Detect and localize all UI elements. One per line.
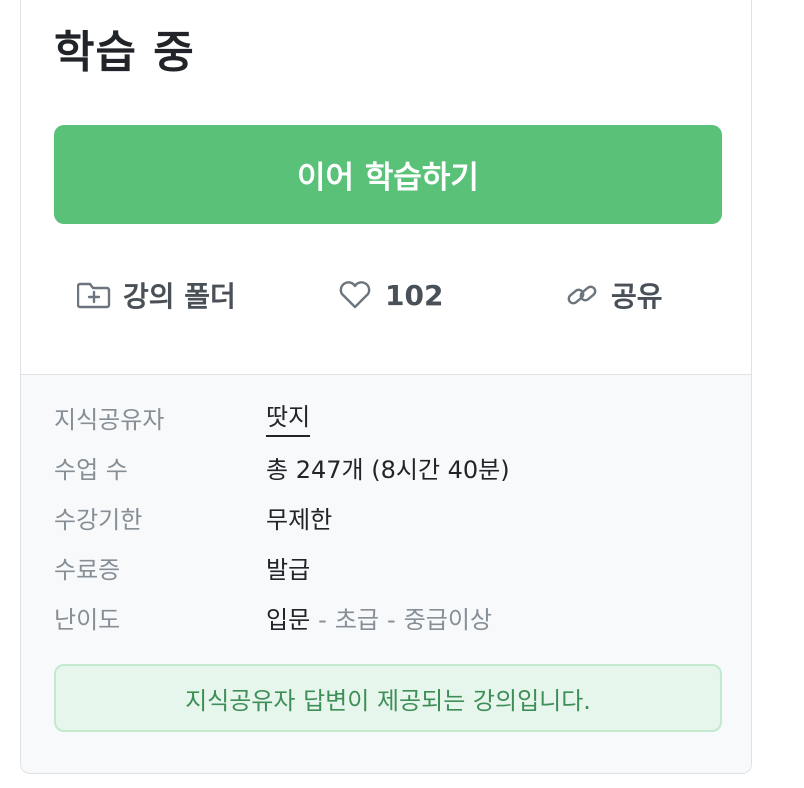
continue-learning-button[interactable]: 이어 학습하기 [54, 125, 722, 224]
heart-icon [337, 279, 373, 311]
card-top-section: 학습 중 이어 학습하기 강의 폴더 102 공유 [21, 0, 751, 374]
info-row-period: 수강기한 무제한 [54, 497, 332, 537]
level-inactive: 초급 [334, 605, 380, 634]
level-value: 입문 - 초급 - 중급이상 [266, 600, 492, 635]
level-active: 입문 [266, 605, 311, 634]
level-separator: - [318, 605, 327, 634]
like-count: 102 [385, 278, 444, 312]
instructor-label: 지식공유자 [54, 405, 165, 434]
info-row-certificate: 수료증 발급 [54, 547, 310, 587]
link-icon [565, 279, 599, 311]
info-row-lessons: 수업 수 총 247개 (8시간 40분) [54, 447, 510, 487]
instructor-link[interactable]: 땃지 [266, 397, 311, 437]
page-title: 학습 중 [54, 27, 195, 78]
info-row-instructor: 지식공유자 땃지 [54, 397, 311, 437]
like-button[interactable]: 102 [337, 271, 443, 319]
certificate-value: 발급 [266, 555, 311, 584]
period-value: 무제한 [266, 505, 333, 534]
course-card: 학습 중 이어 학습하기 강의 폴더 102 공유 지식공유자 땃지 수업 수 … [20, 0, 752, 774]
course-folder-label: 강의 폴더 [123, 280, 236, 313]
share-button[interactable]: 공유 [565, 271, 663, 319]
level-separator: - [387, 605, 396, 634]
info-row-level: 난이도 입문 - 초급 - 중급이상 [54, 597, 492, 637]
action-bar: 강의 폴더 102 공유 [21, 271, 751, 319]
period-label: 수강기한 [54, 505, 143, 534]
course-folder-button[interactable]: 강의 폴더 [77, 271, 236, 319]
level-label: 난이도 [54, 605, 121, 634]
certificate-label: 수료증 [54, 555, 121, 584]
share-label: 공유 [611, 280, 663, 313]
lessons-value: 총 247개 (8시간 40분) [266, 455, 510, 484]
instructor-answer-notice: 지식공유자 답변이 제공되는 강의입니다. [54, 664, 722, 732]
lessons-label: 수업 수 [54, 455, 128, 484]
level-inactive: 중급이상 [403, 605, 493, 634]
course-info-section: 지식공유자 땃지 수업 수 총 247개 (8시간 40분) 수강기한 무제한 … [21, 374, 751, 773]
folder-plus-icon [77, 280, 111, 310]
